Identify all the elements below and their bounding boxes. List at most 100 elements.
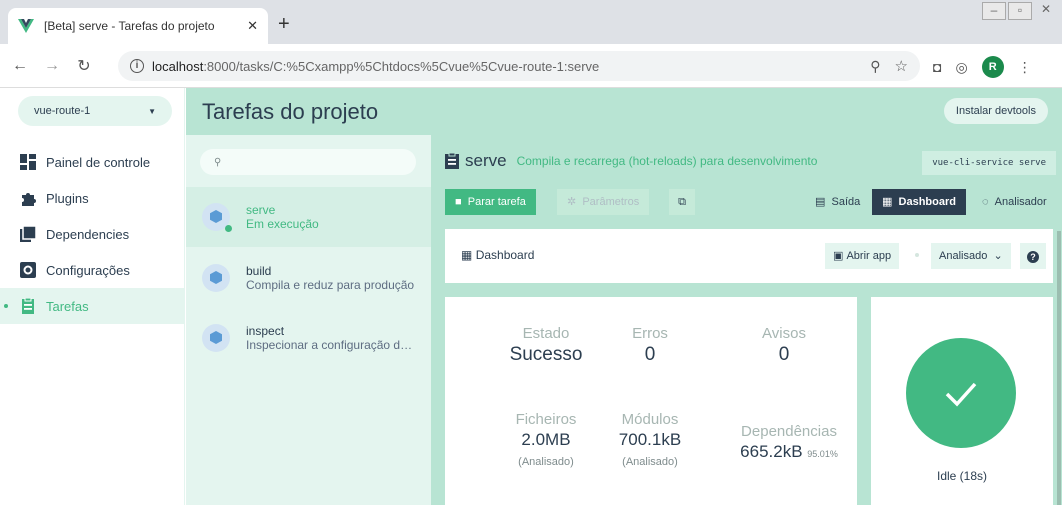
browser-tabstrip: [Beta] serve - Tarefas do projeto ✕ + – …	[0, 0, 1062, 44]
avatar[interactable]: R	[981, 56, 1004, 78]
stats-card: Estado Sucesso Erros 0 Avisos 0 Ficheiro…	[445, 297, 857, 505]
checkmark-icon	[945, 382, 977, 407]
stat-erros: Erros 0	[585, 325, 715, 366]
task-toolbar: ■ Parar tarefa ✲ Parâmetros ⧉ ▤ Saída ▦ …	[445, 189, 1062, 215]
status-text: Idle (18s)	[936, 469, 988, 483]
page-header: Tarefas do projeto Instalar devtools	[186, 88, 1062, 135]
scrollbar[interactable]	[1057, 231, 1061, 505]
site-info-icon[interactable]: i	[130, 59, 144, 73]
stat-label: Avisos	[762, 325, 806, 342]
sidebar-item-label: Tarefas	[46, 298, 89, 314]
toolbar-icons: ◘ ◎ R ⋮	[933, 56, 1032, 78]
stat-label: Dependências	[741, 423, 837, 440]
minimize-icon[interactable]: –	[982, 2, 1006, 20]
browser-tab[interactable]: [Beta] serve - Tarefas do projeto ✕	[8, 8, 268, 44]
reload-icon[interactable]: ↻	[72, 56, 96, 76]
status-card: Idle (18s)	[871, 297, 1053, 505]
back-icon[interactable]: ←	[8, 57, 32, 75]
window-controls: – ▫ ✕	[982, 2, 1058, 20]
stat-label: Erros	[632, 325, 668, 342]
task-description: Em execução	[246, 217, 319, 231]
chevron-down-icon: ⌄	[993, 250, 1003, 262]
stop-task-button[interactable]: ■ Parar tarefa	[445, 189, 536, 215]
page-title: Tarefas do projeto	[202, 98, 379, 124]
open-external-icon[interactable]: ⧉	[669, 189, 695, 215]
tab-close-icon[interactable]: ✕	[247, 18, 258, 34]
help-button[interactable]: ?	[1020, 243, 1046, 269]
menu-icon[interactable]: ⋮	[1018, 59, 1032, 76]
dashboard-card: ▦ Dashboard ▣ Abrir app Analisado ⌄ ?	[445, 229, 1053, 283]
task-icon	[202, 203, 232, 232]
sidebar: vue-route-1 ▼ Painel de controle Plugins…	[0, 88, 185, 505]
sidebar-item-label: Dependencies	[46, 226, 130, 242]
new-tab-button[interactable]: +	[278, 14, 290, 34]
analyzer-label: Analisador	[994, 196, 1047, 208]
mode-select[interactable]: Analisado ⌄	[931, 243, 1011, 269]
stat-value: 700.1kB	[618, 430, 682, 449]
dashboard-icon: ▦	[461, 248, 473, 262]
task-name: build	[246, 264, 272, 278]
stat-value: 0	[644, 344, 656, 365]
project-selector[interactable]: vue-route-1 ▼	[18, 96, 172, 126]
task-description: Inspecionar a configuração do webpack	[246, 338, 416, 352]
parameters-label: Parâmetros	[582, 196, 640, 208]
task-item-build[interactable]: build Compila e reduz para produção	[186, 248, 431, 308]
running-indicator	[225, 225, 232, 232]
output-icon: ▤	[815, 196, 826, 208]
separator-dot	[915, 253, 919, 257]
task-list: ⚲ serve Em execução build Compila e redu…	[186, 135, 431, 505]
stat-sub: (Analisado)	[622, 456, 678, 468]
dashboard-title: ▦ Dashboard	[461, 248, 534, 262]
analyzer-icon: ◌	[982, 196, 989, 208]
sidebar-item-label: Painel de controle	[46, 154, 151, 170]
dashboard-tab-label: Dashboard	[898, 196, 956, 208]
forward-icon[interactable]: →	[40, 57, 64, 75]
zoom-icon[interactable]: ⚲	[870, 58, 880, 75]
sidebar-item-plugins[interactable]: Plugins	[0, 180, 185, 216]
open-app-button[interactable]: ▣ Abrir app	[825, 243, 900, 269]
task-clipboard-icon	[445, 153, 459, 169]
dashboard-tab[interactable]: ▦ Dashboard	[872, 189, 966, 215]
output-tab[interactable]: ▤ Saída	[805, 189, 870, 215]
url-bar[interactable]: i localhost:8000/tasks/C:%5Cxampp%5Chtdo…	[118, 51, 920, 81]
task-description: Compila e reduz para produção	[246, 278, 415, 292]
camera-icon[interactable]: ◘	[933, 59, 941, 75]
success-indicator	[906, 338, 1016, 448]
sidebar-item-dependencies[interactable]: Dependencies	[0, 216, 185, 252]
puzzle-icon	[22, 193, 36, 206]
task-name: serve	[246, 203, 276, 217]
stop-task-label: Parar tarefa	[467, 196, 526, 208]
install-devtools-button[interactable]: Instalar devtools	[943, 98, 1048, 124]
chevron-down-icon: ▼	[148, 106, 156, 116]
sidebar-item-label: Configurações	[46, 262, 130, 278]
sidebar-item-dashboard[interactable]: Painel de controle	[0, 144, 185, 180]
task-name: inspect	[246, 324, 285, 338]
sidebar-item-label: Plugins	[46, 190, 89, 206]
bookmark-star-icon[interactable]: ☆	[895, 57, 908, 75]
sidebar-item-configuracoes[interactable]: Configurações	[0, 252, 185, 288]
maximize-icon[interactable]: ▫	[1008, 2, 1032, 20]
tasks-icon	[22, 298, 34, 314]
task-detail-panel: serve Compila e recarrega (hot-reloads) …	[431, 135, 1062, 505]
stat-dependencias: Dependências 665.2kB 95.01%	[719, 423, 859, 462]
dashboard-title-label: Dashboard	[475, 248, 535, 262]
close-window-icon[interactable]: ✕	[1034, 2, 1058, 20]
dashboard-icon	[20, 154, 36, 170]
task-item-serve[interactable]: serve Em execução	[186, 187, 431, 247]
task-icon	[202, 264, 230, 292]
stat-value: 0	[778, 344, 790, 365]
task-command: vue-cli-service serve	[922, 151, 1056, 175]
tab-title: [Beta] serve - Tarefas do projeto	[44, 19, 215, 33]
task-subtitle: Compila e recarrega (hot-reloads) para d…	[516, 154, 818, 168]
extension-icon[interactable]: ◎	[955, 59, 967, 76]
parameters-button[interactable]: ✲ Parâmetros	[557, 189, 650, 215]
task-item-inspect[interactable]: inspect Inspecionar a configuração do we…	[186, 308, 431, 368]
stat-avisos: Avisos 0	[719, 325, 849, 366]
task-header: serve Compila e recarrega (hot-reloads) …	[445, 151, 817, 171]
sidebar-item-tarefas[interactable]: Tarefas	[0, 288, 185, 324]
task-search-input[interactable]: ⚲	[200, 149, 416, 175]
open-window-icon: ▣	[833, 250, 844, 262]
analyzer-tab[interactable]: ◌ Analisador	[972, 189, 1057, 215]
gear-icon: ✲	[567, 196, 577, 208]
library-icon	[20, 226, 36, 242]
